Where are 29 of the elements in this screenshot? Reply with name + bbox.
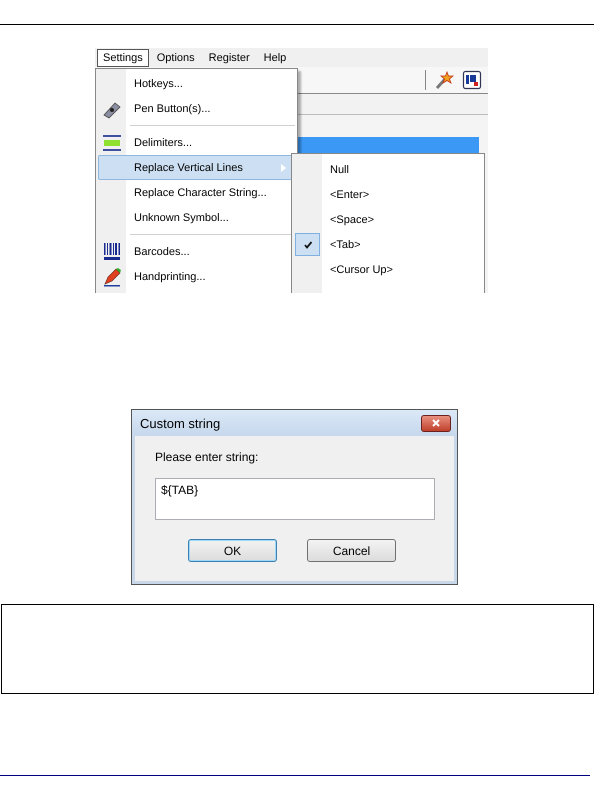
- field-value: ${TAB}: [161, 483, 198, 497]
- close-button[interactable]: [421, 414, 451, 432]
- submenu-item[interactable]: <Space>: [295, 207, 484, 232]
- grid-icon: [102, 132, 122, 152]
- dialog-button[interactable]: OK: [188, 539, 277, 562]
- dialog-button[interactable]: Cancel: [307, 539, 396, 562]
- menu-item[interactable]: Unknown Symbol...: [98, 205, 295, 230]
- menu-item[interactable]: Handprinting...: [98, 264, 295, 289]
- string-field[interactable]: ${TAB}: [155, 478, 435, 520]
- submenu-item[interactable]: <Enter>: [295, 182, 484, 207]
- pencil-icon: [102, 266, 122, 286]
- menu-bar-item[interactable]: Options: [150, 48, 201, 66]
- close-icon: [431, 418, 441, 428]
- submenu-item[interactable]: Null: [295, 157, 484, 182]
- barcode-icon: [102, 242, 122, 262]
- menu-bar-item[interactable]: Register: [202, 48, 256, 66]
- document-icon[interactable]: [462, 70, 482, 90]
- submenu-item[interactable]: <Cursor Up>: [295, 257, 484, 282]
- magic-wand-icon[interactable]: [434, 70, 454, 90]
- menu-item[interactable]: Hotkeys...: [98, 71, 295, 96]
- menu-bar-item[interactable]: Help: [258, 48, 292, 66]
- menu-item[interactable]: Barcodes...: [98, 239, 295, 264]
- menu-item[interactable]: Replace Character String...: [98, 180, 295, 205]
- prompt-label: Please enter string:: [155, 450, 260, 464]
- menu-item[interactable]: Delimiters...: [98, 130, 295, 155]
- menu-bar-item[interactable]: Settings: [97, 48, 149, 66]
- submenu-item[interactable]: <Tab>: [295, 232, 484, 257]
- window-title: Custom string: [140, 416, 220, 430]
- menu-item[interactable]: Pen Button(s)...: [98, 96, 295, 121]
